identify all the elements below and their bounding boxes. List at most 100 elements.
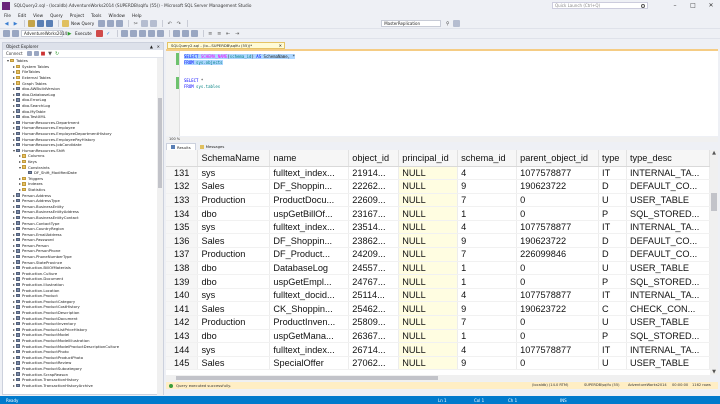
table-row[interactable]: 133 Production ProductDocu... 22609... NULL 7… [166,193,710,208]
table-row[interactable]: 140 sys fulltext_docid... 25114... NULL 4 1077… [166,288,710,303]
table-row[interactable]: 143 dbo uspGetMana... 26367... NULL 1 0 P SQL_ST… [166,329,710,344]
table-cell[interactable]: Sales [197,356,271,371]
table-cell[interactable]: IT [598,220,627,235]
scroll-down-icon[interactable]: ▼ [710,369,718,375]
menu-item-tools[interactable]: Tools [91,13,101,18]
available-databases-combo[interactable]: AdventureWorks2014 [21,30,67,37]
table-row[interactable]: 145 Sales SpecialOffer 27062... NULL 9 0 U USER_… [166,356,710,371]
estimated-plan-icon[interactable] [120,30,128,37]
table-cell[interactable]: 9 [457,301,518,317]
table-cell[interactable]: Sales [197,233,271,249]
table-cell[interactable]: USER_TABLE [626,315,710,330]
table-cell[interactable]: 27062... [348,356,400,371]
table-cell[interactable]: U [598,261,627,276]
table-cell[interactable]: NULL [398,247,459,262]
scrollbar-thumb[interactable] [711,193,717,211]
table-cell[interactable]: 7 [457,315,518,330]
row-number[interactable]: 135 [166,220,199,235]
table-cell[interactable]: NULL [398,179,459,194]
table-cell[interactable]: U [598,193,627,208]
table-cell[interactable]: 1077578877 [516,288,600,303]
query-editor[interactable]: SELECT SCHEMA_NAME(schema_id) AS SchemaN… [166,49,718,136]
table-cell[interactable]: 24209... [348,247,400,262]
table-cell[interactable]: 0 [516,329,600,344]
table-cell[interactable]: INTERNAL_TA... [626,342,710,357]
object-explorer-scrollbar[interactable] [157,58,163,395]
column-header[interactable]: schema_id [457,150,518,167]
row-number[interactable]: 140 [166,288,199,303]
table-cell[interactable]: fulltext_index... [269,220,350,235]
column-header[interactable]: principal_id [398,150,459,167]
table-cell[interactable]: D [598,179,627,194]
table-cell[interactable]: SQL_STORED... [626,329,710,344]
tree-node[interactable]: ▸ Production.TransactionHistoryArchive [3,382,163,388]
cancel-query-icon[interactable] [95,30,103,37]
column-header[interactable]: type_desc [626,150,710,167]
stop-icon[interactable]: ■ [41,51,46,57]
scroll-up-icon[interactable]: ▲ [710,150,718,156]
table-cell[interactable]: USER_TABLE [626,261,710,276]
table-cell[interactable]: 23167... [348,206,400,221]
results-horizontal-scrollbar[interactable] [166,375,710,381]
execute-button[interactable]: Execute [75,31,92,36]
column-header[interactable]: type [598,150,627,167]
table-cell[interactable]: 4 [457,288,518,303]
table-row[interactable]: 135 sys fulltext_index... 23514... NULL 4 1077… [166,220,710,235]
table-cell[interactable]: Production [197,193,271,208]
table-cell[interactable]: 4 [457,220,518,235]
forward-icon[interactable]: ▶ [12,20,19,27]
table-cell[interactable]: C [598,301,627,317]
table-cell[interactable]: P [598,206,627,221]
table-cell[interactable]: sys [197,342,271,357]
table-cell[interactable]: 9 [457,179,518,194]
column-header[interactable]: name [269,150,350,167]
table-cell[interactable]: USER_TABLE [626,356,710,371]
table-cell[interactable]: IT [598,166,627,181]
table-cell[interactable]: NULL [398,166,459,181]
row-number[interactable]: 132 [166,179,199,194]
table-cell[interactable]: fulltext_index... [269,342,350,357]
menu-item-help[interactable]: Help [132,13,142,18]
table-cell[interactable]: 25809... [348,315,400,330]
table-cell[interactable]: INTERNAL_TA... [626,166,710,181]
table-cell[interactable]: INTERNAL_TA... [626,288,710,303]
table-cell[interactable]: NULL [398,261,459,276]
table-cell[interactable]: dbo [197,206,271,221]
table-cell[interactable]: 0 [516,193,600,208]
table-cell[interactable]: DEFAULT_CO... [626,233,710,249]
column-header[interactable] [166,150,199,167]
table-row[interactable]: 132 Sales DF_Shoppin... 22262... NULL 9 190623… [166,179,710,194]
table-cell[interactable]: NULL [398,220,459,235]
table-cell[interactable]: 9 [457,233,518,249]
query-document-tab[interactable]: SQLQuery2.sql - (lo...SUPERDB\sqlfu (55)… [167,42,285,49]
table-cell[interactable]: Production [197,315,271,330]
column-header[interactable]: object_id [348,150,400,167]
table-cell[interactable]: 25114... [348,288,400,303]
connect-object-icon[interactable] [26,51,32,56]
table-cell[interactable]: uspGetMana... [269,329,350,344]
table-cell[interactable]: NULL [398,329,459,344]
table-cell[interactable]: DF_Shoppin... [269,179,350,194]
table-cell[interactable]: Production [197,247,271,262]
properties-icon[interactable] [453,20,461,27]
row-number[interactable]: 139 [166,274,199,289]
row-number[interactable]: 134 [166,206,199,221]
results-to-file-icon[interactable] [190,30,198,37]
table-cell[interactable]: fulltext_index... [269,166,350,181]
table-row[interactable]: 141 Sales CK_Shoppin... 25462... NULL 9 190623… [166,301,710,317]
table-cell[interactable]: 22609... [348,193,400,208]
table-cell[interactable]: sys [197,288,271,303]
uncomment-icon[interactable]: ≡ [216,30,223,37]
table-cell[interactable]: 0 [516,274,600,289]
table-cell[interactable]: 7 [457,193,518,208]
table-row[interactable]: 142 Production ProductInven... 25809... NULL… [166,315,710,330]
menu-item-view[interactable]: View [33,13,43,18]
table-cell[interactable]: sys [197,166,271,181]
save-icon[interactable] [37,20,44,27]
minimize-button[interactable]: – [666,0,684,11]
menu-item-window[interactable]: Window [108,13,125,18]
zoom-level[interactable]: 100 % [166,137,718,142]
filter-icon[interactable]: ▼ [48,51,53,57]
table-cell[interactable]: 0 [516,356,600,371]
refresh-icon[interactable]: ↻ [55,51,60,57]
